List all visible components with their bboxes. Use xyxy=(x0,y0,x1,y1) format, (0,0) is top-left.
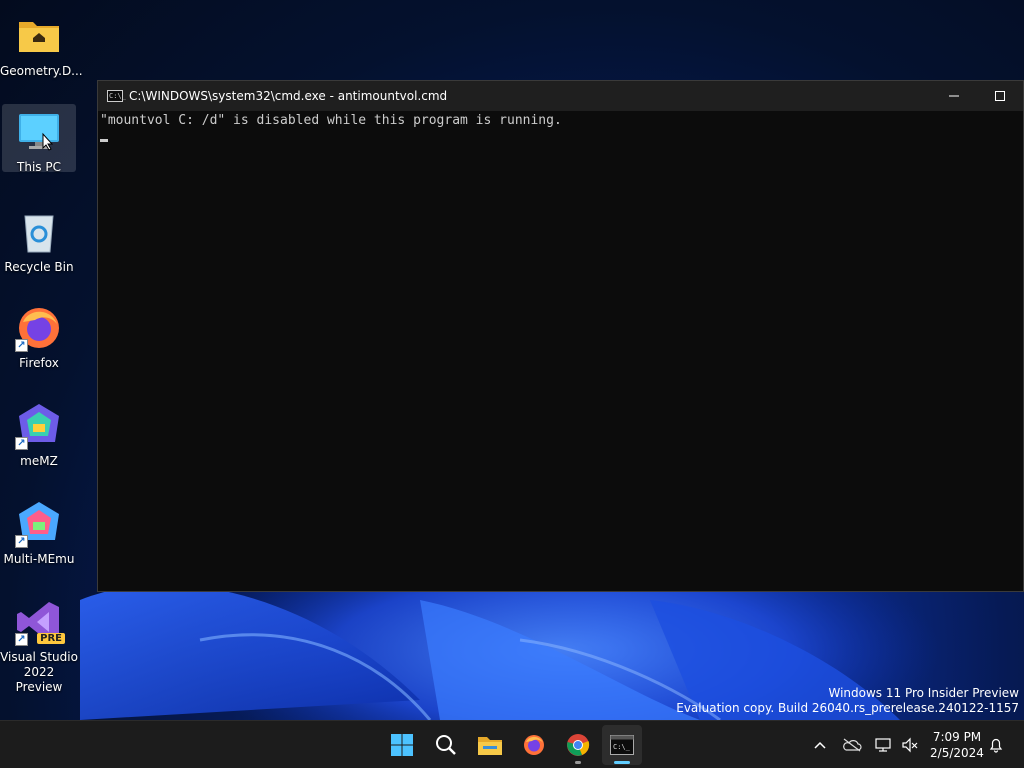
watermark-edition: Windows 11 Pro Insider Preview xyxy=(828,686,1019,700)
chrome-icon xyxy=(567,734,590,756)
volume-button[interactable] xyxy=(898,733,922,757)
folder-icon xyxy=(15,12,63,60)
desktop-icon-geometry[interactable]: Geometry.D... xyxy=(0,8,83,98)
notifications-button[interactable] xyxy=(984,733,1008,757)
onedrive-button[interactable] xyxy=(840,733,864,757)
watermark-build: Evaluation copy. Build 26040.rs_prerelea… xyxy=(676,701,1019,715)
monitor-icon xyxy=(15,108,63,156)
console-line: "mountvol C: /d" is disabled while this … xyxy=(100,113,562,128)
desktop-icon-memz[interactable]: ↗ meMZ xyxy=(2,398,76,488)
start-icon xyxy=(391,734,413,756)
active-indicator xyxy=(614,761,630,764)
network-icon xyxy=(875,738,891,752)
show-hidden-icons-button[interactable] xyxy=(808,733,832,757)
desktop-icon-label: meMZ xyxy=(20,454,58,468)
bell-icon xyxy=(989,738,1003,753)
desktop-icon-multi-memu[interactable]: ↗ Multi-MEmu xyxy=(2,496,76,586)
desktop-icon-label: Firefox xyxy=(19,356,59,370)
taskbar: C:\_ 7:09 PM 2/5/2024 xyxy=(0,720,1024,768)
shortcut-arrow-icon: ↗ xyxy=(15,437,28,450)
shortcut-arrow-icon: ↗ xyxy=(15,535,28,548)
maximize-icon xyxy=(995,91,1005,101)
console-output[interactable]: "mountvol C: /d" is disabled while this … xyxy=(98,111,1023,148)
cmd-window[interactable]: C:\_ C:\WINDOWS\system32\cmd.exe - antim… xyxy=(97,80,1024,592)
svg-text:C:\_: C:\_ xyxy=(613,743,631,751)
maximize-button[interactable] xyxy=(977,81,1023,111)
cmd-titlebar[interactable]: C:\_ C:\WINDOWS\system32\cmd.exe - antim… xyxy=(98,81,1023,111)
firefox-icon xyxy=(524,735,544,755)
desktop-icon-label: Multi-MEmu xyxy=(3,552,75,566)
shortcut-arrow-icon: ↗ xyxy=(15,339,28,352)
taskbar-chrome[interactable] xyxy=(558,725,598,765)
file-explorer-icon xyxy=(478,737,502,755)
onedrive-offline-icon xyxy=(843,738,862,752)
firefox-icon: ↗ xyxy=(15,304,63,352)
multi-memu-icon: ↗ xyxy=(15,500,63,548)
taskbar-file-explorer[interactable] xyxy=(470,725,510,765)
desktop-icon-label: Visual Studio 2022 Preview xyxy=(0,650,78,694)
running-indicator xyxy=(575,761,581,764)
desktop-icon-label: Geometry.D... xyxy=(0,64,83,78)
terminal-icon: C:\_ xyxy=(610,735,634,755)
minimize-button[interactable] xyxy=(931,81,977,111)
visual-studio-icon: PRE ↗ xyxy=(15,598,65,646)
desktop-icon-label: This PC xyxy=(17,160,61,174)
start-button[interactable] xyxy=(382,725,422,765)
clock-time: 7:09 PM xyxy=(932,730,982,744)
preview-badge: PRE xyxy=(37,633,65,644)
desktop-icon-visual-studio[interactable]: PRE ↗ Visual Studio 2022 Preview xyxy=(0,594,78,694)
taskbar-firefox[interactable] xyxy=(514,725,554,765)
chevron-up-icon xyxy=(814,741,826,749)
volume-muted-icon xyxy=(902,737,918,753)
text-cursor xyxy=(100,139,108,142)
desktop-icon-label: Recycle Bin xyxy=(4,260,74,274)
desktop-icon-firefox[interactable]: ↗ Firefox xyxy=(2,300,76,390)
cmd-icon: C:\_ xyxy=(107,90,126,102)
taskbar-clock[interactable]: 7:09 PM 2/5/2024 xyxy=(928,729,986,761)
desktop-icon-recycle-bin[interactable]: Recycle Bin xyxy=(2,204,76,294)
memz-icon: ↗ xyxy=(15,402,63,450)
cmd-window-title: C:\WINDOWS\system32\cmd.exe - antimountv… xyxy=(129,89,448,103)
recycle-bin-icon xyxy=(15,208,63,256)
search-icon xyxy=(436,735,456,755)
desktop-icon-this-pc[interactable]: This PC xyxy=(2,104,76,174)
taskbar-terminal[interactable]: C:\_ xyxy=(602,725,642,765)
network-button[interactable] xyxy=(872,733,896,757)
search-button[interactable] xyxy=(426,725,466,765)
evaluation-watermark: Windows 11 Pro Insider Preview Evaluatio… xyxy=(676,686,1019,716)
shortcut-arrow-icon: ↗ xyxy=(15,633,28,646)
minimize-icon xyxy=(949,95,959,97)
clock-date: 2/5/2024 xyxy=(930,746,984,760)
